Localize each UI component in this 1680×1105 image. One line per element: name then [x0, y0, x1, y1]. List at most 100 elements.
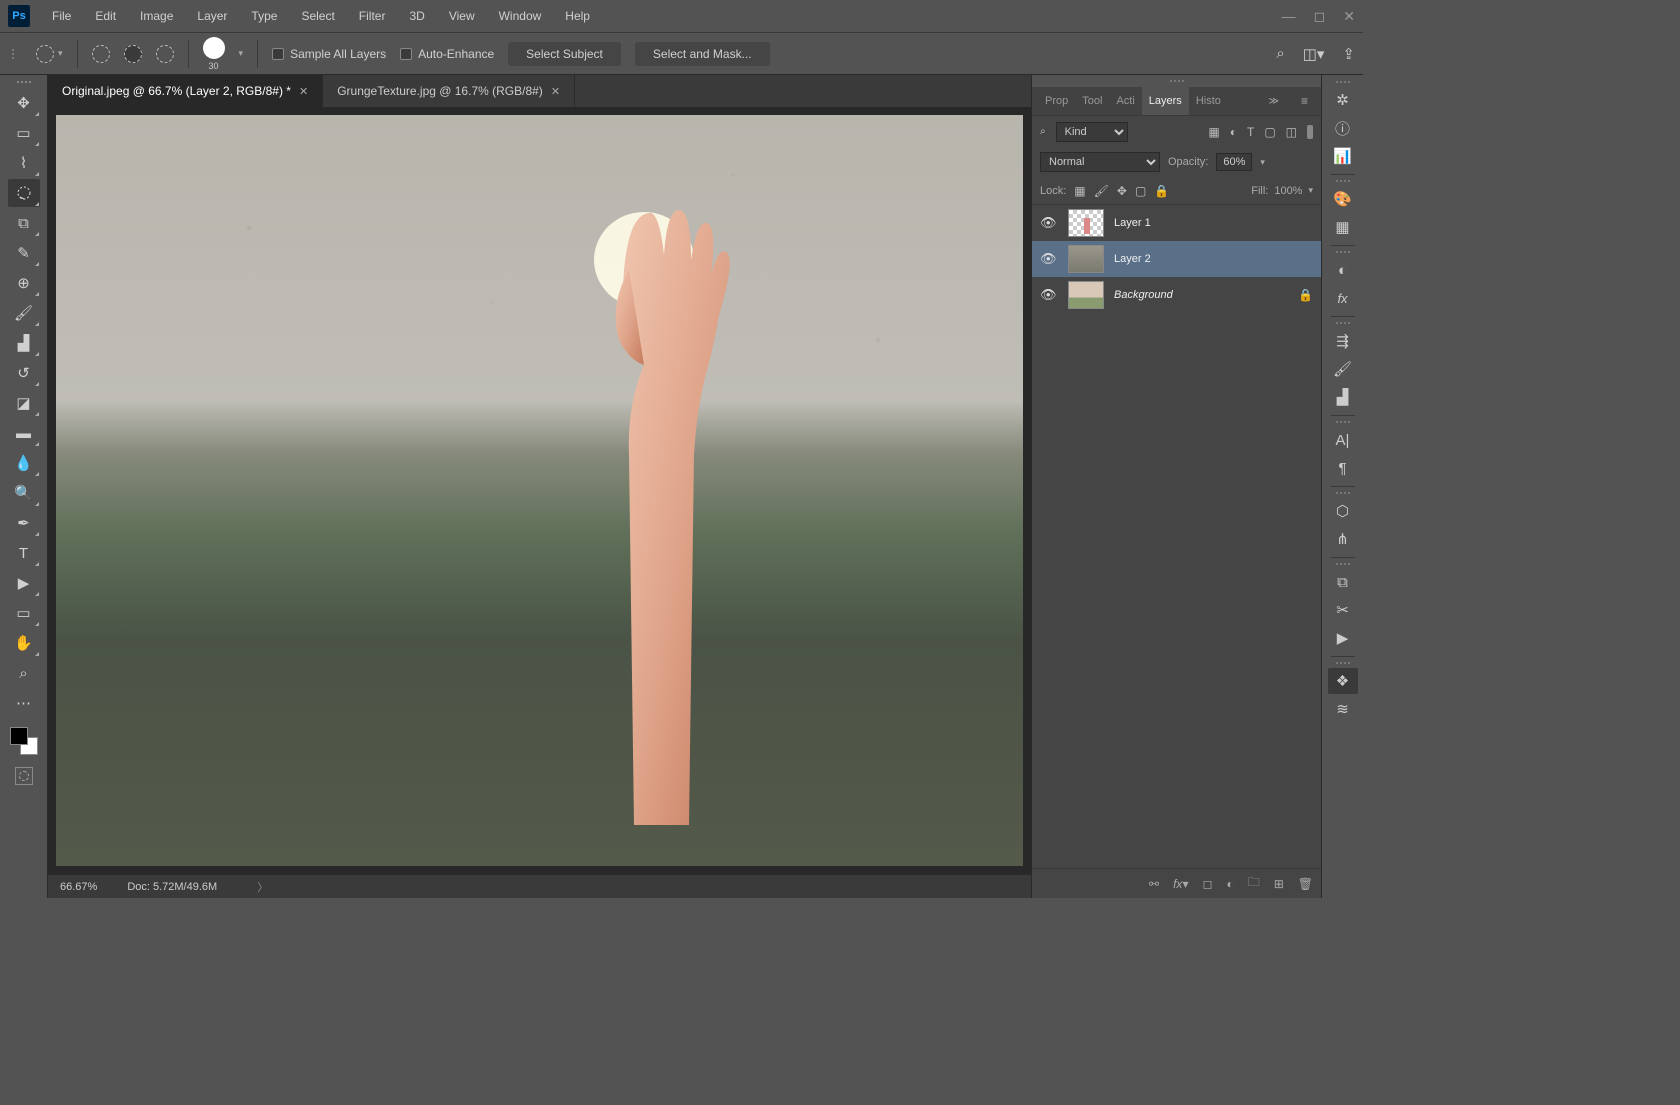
collapse-icon[interactable]: ≫: [1262, 87, 1286, 115]
link-layers-icon[interactable]: ⚯: [1149, 877, 1159, 891]
layer-row[interactable]: 👁 Layer 1: [1032, 205, 1321, 241]
visibility-icon[interactable]: 👁: [1040, 215, 1058, 231]
menu-edit[interactable]: Edit: [85, 3, 126, 29]
doc-info[interactable]: Doc: 5.72M/49.6M: [127, 881, 217, 893]
layer-thumbnail[interactable]: [1068, 281, 1104, 309]
pen-tool[interactable]: ✒: [8, 509, 40, 537]
clone-source-icon[interactable]: ▟: [1328, 384, 1358, 410]
filter-kind-select[interactable]: Kind: [1056, 122, 1128, 142]
styles-icon[interactable]: fx: [1328, 285, 1358, 311]
filter-type-icon[interactable]: T: [1247, 125, 1254, 139]
layer-mask-icon[interactable]: ◻: [1202, 877, 1212, 891]
play-icon[interactable]: ▶: [1328, 625, 1358, 651]
hand-tool[interactable]: ✋: [8, 629, 40, 657]
menu-image[interactable]: Image: [130, 3, 183, 29]
sample-all-layers-checkbox[interactable]: Sample All Layers: [272, 47, 386, 61]
lock-transparent-icon[interactable]: ▦: [1074, 184, 1085, 198]
add-selection-icon[interactable]: [124, 45, 142, 63]
current-tool-icon[interactable]: [36, 45, 54, 63]
character-icon[interactable]: A|: [1328, 427, 1358, 453]
grip-icon[interactable]: [1336, 322, 1350, 324]
opacity-value[interactable]: 60%: [1216, 153, 1252, 171]
workspace-icon[interactable]: ◫▾: [1303, 45, 1325, 63]
minimize-icon[interactable]: —: [1282, 8, 1296, 24]
path-select-tool[interactable]: ▶: [8, 569, 40, 597]
type-tool[interactable]: T: [8, 539, 40, 567]
new-selection-icon[interactable]: [92, 45, 110, 63]
visibility-icon[interactable]: 👁: [1040, 287, 1058, 303]
eyedropper-tool[interactable]: ✎: [8, 239, 40, 267]
channels-icon[interactable]: ≋: [1328, 696, 1358, 722]
menu-select[interactable]: Select: [291, 3, 344, 29]
filter-pixel-icon[interactable]: ▦: [1208, 125, 1219, 139]
subtract-selection-icon[interactable]: [156, 45, 174, 63]
chevron-down-icon[interactable]: ▾: [1308, 185, 1313, 196]
grip-icon[interactable]: [1336, 662, 1350, 664]
visibility-icon[interactable]: 👁: [1040, 251, 1058, 267]
foreground-color[interactable]: [10, 727, 28, 745]
adjustments-icon[interactable]: ◐: [1328, 257, 1358, 283]
brush-preview-icon[interactable]: [203, 37, 225, 59]
menu-window[interactable]: Window: [489, 3, 552, 29]
swatches-icon[interactable]: ▦: [1328, 214, 1358, 240]
menu-type[interactable]: Type: [241, 3, 287, 29]
eraser-tool[interactable]: ◪: [8, 389, 40, 417]
menu-filter[interactable]: Filter: [349, 3, 396, 29]
shape-tool[interactable]: ▭: [8, 599, 40, 627]
lock-paint-icon[interactable]: 🖌: [1094, 184, 1109, 198]
zoom-level[interactable]: 66.67%: [60, 881, 97, 893]
quick-select-tool[interactable]: [8, 179, 40, 207]
modify-icon[interactable]: ✂: [1328, 597, 1358, 623]
layers-stack-icon[interactable]: ❖: [1328, 668, 1358, 694]
wheel-icon[interactable]: ✲: [1328, 87, 1358, 113]
select-and-mask-button[interactable]: Select and Mask...: [635, 42, 770, 66]
layer-row[interactable]: 👁 Background 🔒: [1032, 277, 1321, 313]
lasso-tool[interactable]: ⌇: [8, 149, 40, 177]
chevron-right-icon[interactable]: 〉: [257, 879, 268, 895]
chevron-down-icon[interactable]: ▾: [1260, 157, 1265, 168]
lock-artboard-icon[interactable]: ▢: [1135, 184, 1146, 198]
color-icon[interactable]: 🎨: [1328, 186, 1358, 212]
filter-adjust-icon[interactable]: ◐: [1230, 125, 1237, 139]
brush-settings-icon[interactable]: ⇶: [1328, 328, 1358, 354]
layer-thumbnail[interactable]: [1068, 245, 1104, 273]
grip-icon[interactable]: [1336, 563, 1350, 565]
layer-thumbnail[interactable]: [1068, 209, 1104, 237]
lock-position-icon[interactable]: ✥: [1117, 184, 1127, 198]
grip-icon[interactable]: [1336, 421, 1350, 423]
grip-icon[interactable]: [1336, 251, 1350, 253]
gradient-tool[interactable]: ▬: [8, 419, 40, 447]
tab-history[interactable]: Histo: [1189, 87, 1228, 115]
blur-tool[interactable]: 💧: [8, 449, 40, 477]
stamp-tool[interactable]: ▟: [8, 329, 40, 357]
close-tab-icon[interactable]: ✕: [299, 85, 308, 98]
menu-3d[interactable]: 3D: [399, 3, 434, 29]
document-tab[interactable]: Original.jpeg @ 66.7% (Layer 2, RGB/8#) …: [48, 75, 323, 107]
new-layer-icon[interactable]: ⊞: [1274, 877, 1284, 891]
panel-grip-icon[interactable]: [1032, 75, 1321, 87]
menu-layer[interactable]: Layer: [187, 3, 237, 29]
filter-shape-icon[interactable]: ▢: [1264, 125, 1275, 139]
more-tools[interactable]: ⋯: [8, 689, 40, 717]
search-icon[interactable]: ⌕: [1276, 45, 1284, 62]
info-icon[interactable]: ⓘ: [1328, 115, 1358, 141]
document-tab[interactable]: GrungeTexture.jpg @ 16.7% (RGB/8#) ✕: [323, 75, 575, 107]
move-tool[interactable]: ✥: [8, 89, 40, 117]
histogram-icon[interactable]: 📊: [1328, 143, 1358, 169]
group-icon[interactable]: 🗀: [1248, 873, 1260, 894]
brushes-icon[interactable]: 🖌: [1328, 356, 1358, 382]
menu-help[interactable]: Help: [555, 3, 600, 29]
3d-icon[interactable]: ⬡: [1328, 498, 1358, 524]
adjustment-layer-icon[interactable]: ◐: [1226, 877, 1233, 891]
paragraph-icon[interactable]: ¶: [1328, 455, 1358, 481]
tab-layers[interactable]: Layers: [1142, 87, 1189, 115]
grip-handle-icon[interactable]: [8, 49, 18, 59]
layer-name[interactable]: Layer 2: [1114, 253, 1151, 265]
library-icon[interactable]: ⧉: [1328, 569, 1358, 595]
delete-layer-icon[interactable]: 🗑: [1298, 877, 1313, 891]
chevron-down-icon[interactable]: ▾: [58, 48, 63, 59]
quick-mask-icon[interactable]: [15, 767, 33, 785]
blend-mode-select[interactable]: Normal: [1040, 152, 1160, 172]
layer-name[interactable]: Background: [1114, 289, 1173, 301]
healing-tool[interactable]: ⊕: [8, 269, 40, 297]
